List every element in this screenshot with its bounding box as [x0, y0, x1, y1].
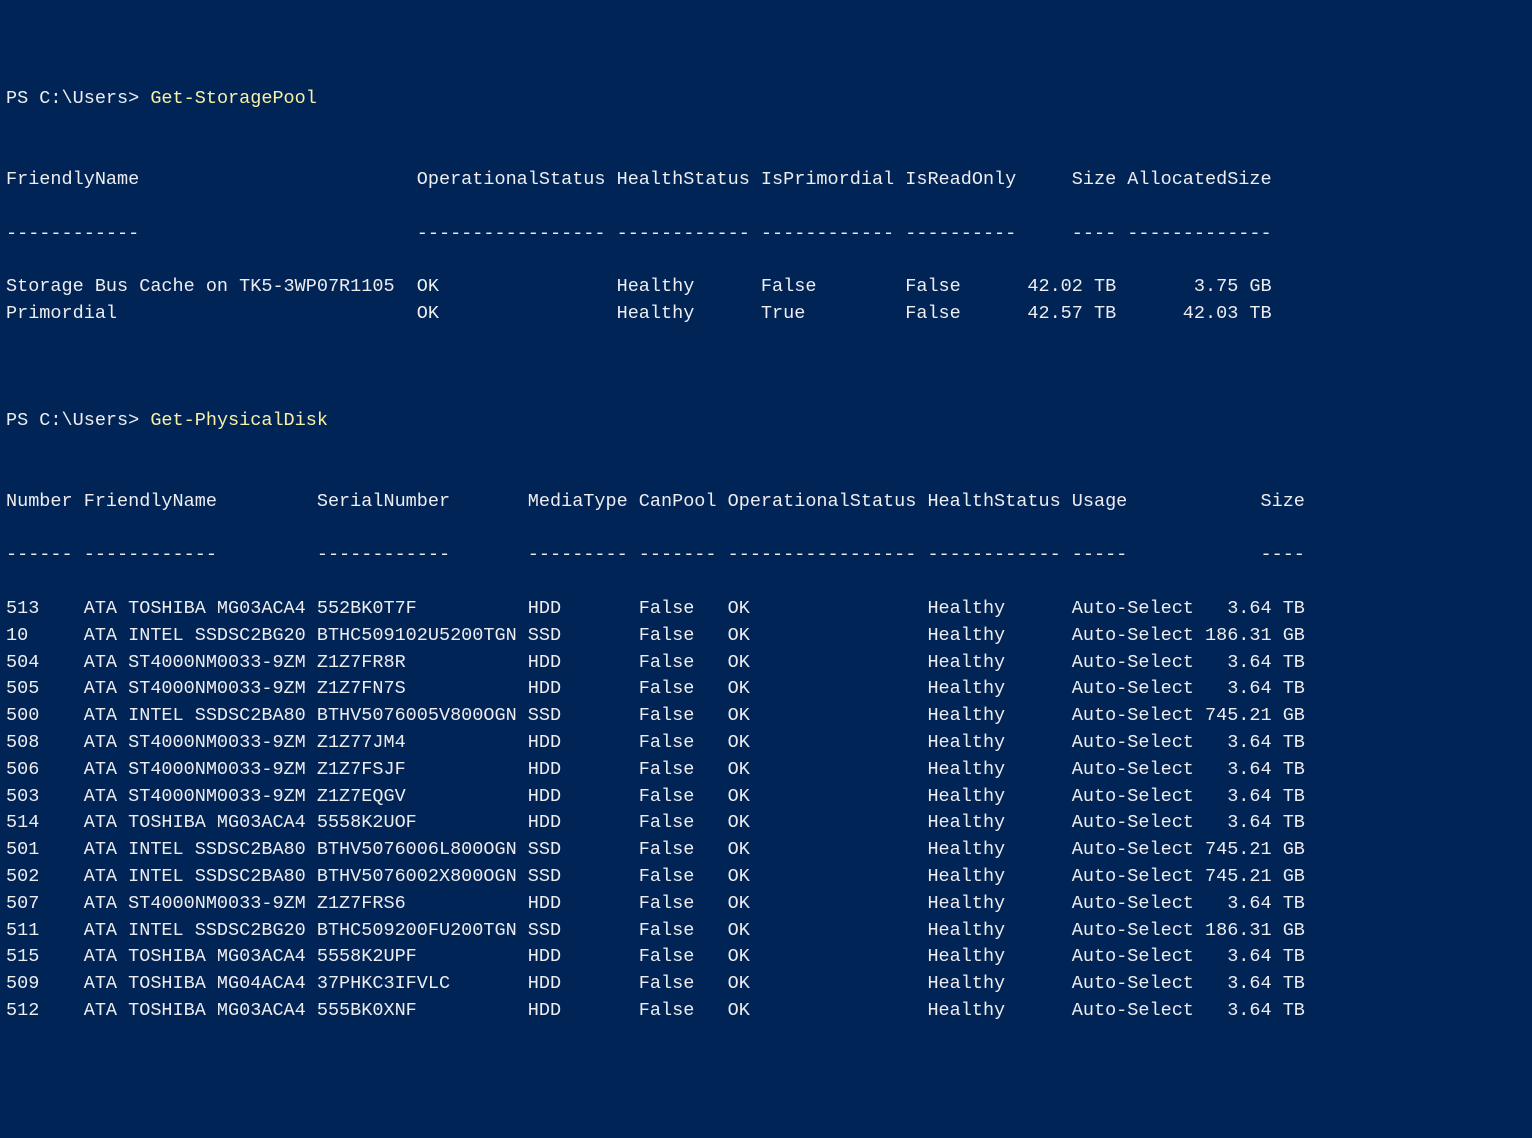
pool-row: Storage Bus Cache on TK5-3WP07R1105 OK H…	[6, 274, 1526, 301]
disk-row: 514 ATA TOSHIBA MG03ACA4 5558K2UOF HDD F…	[6, 810, 1526, 837]
prompt-prefix-1: PS C:\Users>	[6, 88, 150, 109]
disk-row: 504 ATA ST4000NM0033-9ZM Z1Z7FR8R HDD Fa…	[6, 650, 1526, 677]
prompt-line-2: PS C:\Users> Get-PhysicalDisk	[6, 408, 1526, 435]
disk-row: 500 ATA INTEL SSDSC2BA80 BTHV5076005V800…	[6, 703, 1526, 730]
pool-rows: Storage Bus Cache on TK5-3WP07R1105 OK H…	[6, 274, 1526, 354]
disk-divider: ------ ------------ ------------ -------…	[6, 542, 1526, 569]
disk-row: 506 ATA ST4000NM0033-9ZM Z1Z7FSJF HDD Fa…	[6, 757, 1526, 784]
pool-header: FriendlyName OperationalStatus HealthSta…	[6, 140, 1526, 194]
terminal-output[interactable]: PS C:\Users> Get-StoragePool FriendlyNam…	[6, 86, 1526, 1024]
disk-row: 505 ATA ST4000NM0033-9ZM Z1Z7FN7S HDD Fa…	[6, 676, 1526, 703]
disk-row: 507 ATA ST4000NM0033-9ZM Z1Z7FRS6 HDD Fa…	[6, 891, 1526, 918]
disk-row: 511 ATA INTEL SSDSC2BG20 BTHC509200FU200…	[6, 918, 1526, 945]
disk-row: 10 ATA INTEL SSDSC2BG20 BTHC509102U5200T…	[6, 623, 1526, 650]
disk-row: 513 ATA TOSHIBA MG03ACA4 552BK0T7F HDD F…	[6, 596, 1526, 623]
prompt-line-1: PS C:\Users> Get-StoragePool	[6, 86, 1526, 113]
disk-row: 509 ATA TOSHIBA MG04ACA4 37PHKC3IFVLC HD…	[6, 971, 1526, 998]
command-2: Get-PhysicalDisk	[150, 410, 328, 431]
command-1: Get-StoragePool	[150, 88, 317, 109]
pool-divider: ------------ ----------------- ---------…	[6, 221, 1526, 248]
disk-row: 512 ATA TOSHIBA MG03ACA4 555BK0XNF HDD F…	[6, 998, 1526, 1025]
disk-header: Number FriendlyName SerialNumber MediaTy…	[6, 462, 1526, 516]
disk-row: 515 ATA TOSHIBA MG03ACA4 5558K2UPF HDD F…	[6, 944, 1526, 971]
prompt-prefix-2: PS C:\Users>	[6, 410, 150, 431]
disk-row: 502 ATA INTEL SSDSC2BA80 BTHV5076002X800…	[6, 864, 1526, 891]
disk-row: 508 ATA ST4000NM0033-9ZM Z1Z77JM4 HDD Fa…	[6, 730, 1526, 757]
disk-row: 501 ATA INTEL SSDSC2BA80 BTHV5076006L800…	[6, 837, 1526, 864]
disk-rows: 513 ATA TOSHIBA MG03ACA4 552BK0T7F HDD F…	[6, 596, 1526, 1025]
disk-row: 503 ATA ST4000NM0033-9ZM Z1Z7EQGV HDD Fa…	[6, 784, 1526, 811]
pool-row: Primordial OK Healthy True False 42.57 T…	[6, 301, 1526, 328]
